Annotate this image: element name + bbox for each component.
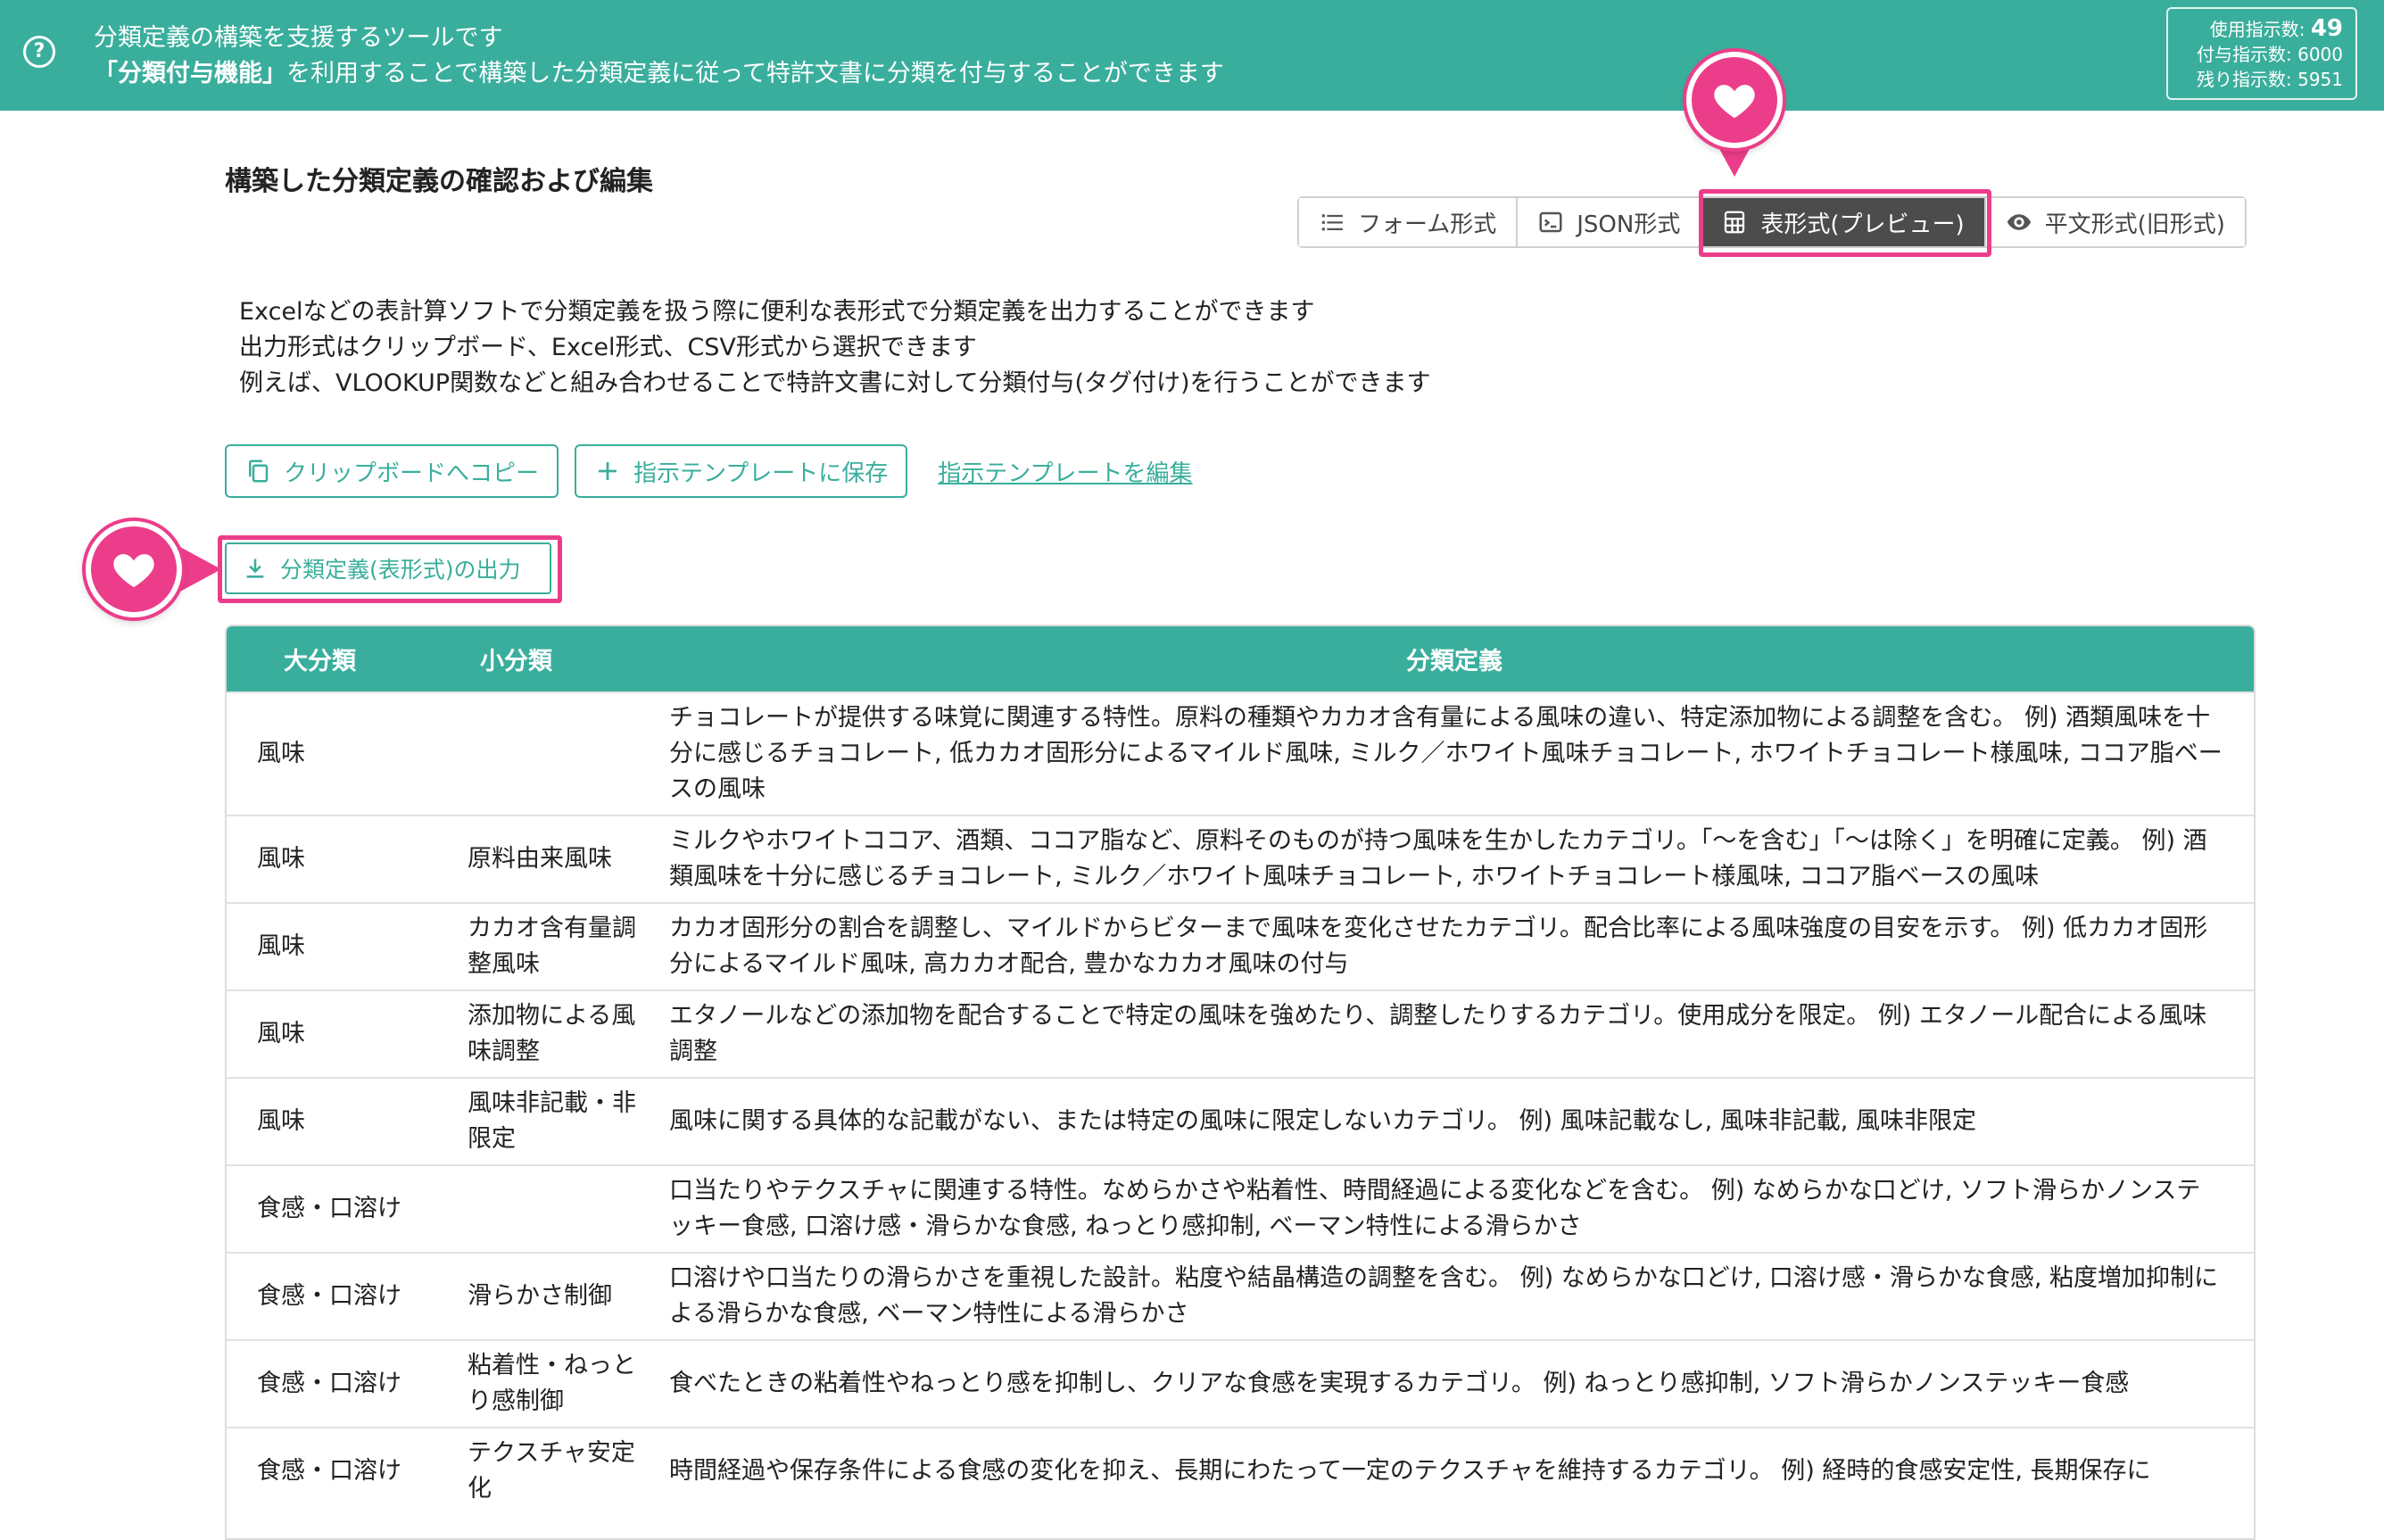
cell-definition: 口溶けや口当たりの滑らかさを重視した設計。粘度や結晶構造の調整を含む。 例) な… bbox=[655, 1252, 2254, 1340]
table-row: 風味 原料由来風味 ミルクやホワイトココア、酒類、ココア脂など、原料そのものが持つ風… bbox=[227, 815, 2254, 903]
cell-minor: 粘着性・ねっとり感制御 bbox=[441, 1339, 655, 1428]
cell-definition: カカオ固形分の割合を調整し、マイルドからビターまで風味を変化させたカテゴリ。配合… bbox=[655, 902, 2254, 990]
heart-marker-icon bbox=[1686, 52, 1783, 148]
mode-form-label: フォーム形式 bbox=[1358, 211, 1497, 238]
cell-major: 食感・口溶け bbox=[227, 1252, 441, 1340]
granted-count: 付与指示数: 6000 bbox=[2197, 44, 2343, 65]
cell-major: 食感・口溶け bbox=[227, 1339, 441, 1428]
header-minor: 小分類 bbox=[441, 626, 655, 692]
edit-template-link[interactable]: 指示テンプレートを編集 bbox=[938, 455, 1192, 488]
cell-minor: 滑らかさ制御 bbox=[441, 1252, 655, 1340]
cell-major: 風味 bbox=[227, 989, 441, 1078]
table-row: 食感・口溶け 滑らかさ制御 口溶けや口当たりの滑らかさを重視した設計。粘度や結晶構造… bbox=[227, 1252, 2254, 1340]
used-count: 49 bbox=[2310, 15, 2343, 42]
save-template-button[interactable]: 指示テンプレートに保存 bbox=[575, 444, 908, 498]
copy-icon bbox=[249, 460, 269, 483]
heart-icon bbox=[113, 554, 154, 588]
cell-minor: 原料由来風味 bbox=[441, 815, 655, 903]
heart-marker-icon bbox=[86, 521, 182, 617]
cell-minor: テクスチャ安定化 bbox=[441, 1427, 655, 1514]
cell-major: 風味 bbox=[227, 815, 441, 903]
mode-plaintext-label: 平文形式(旧形式) bbox=[2044, 211, 2225, 238]
section-title: 構築した分類定義の確認および編集 bbox=[225, 166, 653, 197]
cell-definition: 口当たりやテクスチャに関連する特性。なめらかさや粘着性、時間経過による変化などを… bbox=[655, 1164, 2254, 1253]
help-icon[interactable]: ? bbox=[23, 36, 55, 68]
description-line-1: Excelなどの表計算ソフトで分類定義を扱う際に便利な表形式で分類定義を出力する… bbox=[239, 298, 1315, 326]
cell-definition: 風味に関する具体的な記載がない、または特定の風味に限定しないカテゴリ。 例) 風… bbox=[655, 1077, 2254, 1165]
cell-major: 風味 bbox=[227, 1077, 441, 1165]
highlight-frame-export bbox=[218, 535, 562, 603]
marker-pointer-left bbox=[178, 546, 221, 592]
plus-icon bbox=[599, 462, 617, 480]
cell-definition: ミルクやホワイトココア、酒類、ココア脂など、原料そのものが持つ風味を生かしたカテ… bbox=[655, 815, 2254, 903]
description-line-3: 例えば、VLOOKUP関数などと組み合わせることで特許文書に対して分類付与(タグ… bbox=[239, 369, 1431, 397]
info-banner: ? 分類定義の構築を支援するツールです 「分類付与機能」を利用することで構築した… bbox=[0, 0, 2384, 111]
heart-icon bbox=[1714, 85, 1755, 119]
cell-major: 風味 bbox=[227, 902, 441, 990]
banner-line-1: 分類定義の構築を支援するツールです bbox=[94, 24, 503, 52]
cell-minor: 風味非記載・非限定 bbox=[441, 1077, 655, 1165]
action-row: クリップボードへコピー 指示テンプレートに保存 指示テンプレートを編集 bbox=[225, 444, 1192, 498]
cell-definition: チョコレートが提供する味覚に関連する特性。原料の種類やカカオ含有量による風味の違… bbox=[655, 691, 2254, 816]
save-template-label: 指示テンプレートに保存 bbox=[633, 460, 889, 487]
banner-line-2: 「分類付与機能」を利用することで構築した分類定義に従って特許文書に分類を付与する… bbox=[94, 54, 1224, 88]
cell-major: 食感・口溶け bbox=[227, 1427, 441, 1514]
mode-json-button[interactable]: JSON形式 bbox=[1518, 198, 1702, 246]
header-definition: 分類定義 bbox=[655, 626, 2254, 692]
eye-icon bbox=[2007, 214, 2031, 230]
cell-definition: エタノールなどの添加物を配合することで特定の風味を強めたり、調整したりするカテゴ… bbox=[655, 989, 2254, 1078]
remaining-count: 残り指示数: 5951 bbox=[2197, 69, 2343, 90]
description-line-2: 出力形式はクリップボード、Excel形式、CSV形式から選択できます bbox=[239, 334, 977, 361]
description: Excelなどの表計算ソフトで分類定義を扱う際に便利な表形式で分類定義を出力する… bbox=[239, 294, 1431, 402]
table-row: 風味 風味非記載・非限定 風味に関する具体的な記載がない、または特定の風味に限定しな… bbox=[227, 1077, 2254, 1165]
banner-line-2-text: を利用することで構築した分類定義に従って特許文書に分類を付与することができます bbox=[286, 60, 1224, 87]
mode-plaintext-button[interactable]: 平文形式(旧形式) bbox=[1985, 198, 2245, 246]
terminal-icon bbox=[1539, 211, 1562, 233]
cell-minor: 添加物による風味調整 bbox=[441, 989, 655, 1078]
cell-major: 食感・口溶け bbox=[227, 1164, 441, 1253]
list-icon bbox=[1321, 214, 1343, 231]
cell-minor: カカオ含有量調整風味 bbox=[441, 902, 655, 990]
banner-feature-name: 「分類付与機能」 bbox=[94, 60, 286, 87]
copy-clipboard-button[interactable]: クリップボードへコピー bbox=[225, 444, 559, 498]
usage-counter: 使用指示数: 49 付与指示数: 6000 残り指示数: 5951 bbox=[2166, 7, 2357, 100]
mode-form-button[interactable]: フォーム形式 bbox=[1299, 198, 1519, 246]
copy-clipboard-label: クリップボードへコピー bbox=[284, 460, 540, 487]
table-row: 風味 添加物による風味調整 エタノールなどの添加物を配合することで特定の風味を強めた… bbox=[227, 989, 2254, 1078]
used-label: 使用指示数: bbox=[2209, 19, 2305, 40]
table-row: 食感・口溶け 口当たりやテクスチャに関連する特性。なめらかさや粘着性、時間経過によ… bbox=[227, 1164, 2254, 1253]
cell-minor bbox=[441, 691, 655, 816]
table-row: 風味 チョコレートが提供する味覚に関連する特性。原料の種類やカカオ含有量による風味… bbox=[227, 691, 2254, 816]
cell-minor bbox=[441, 1164, 655, 1253]
classification-table: 大分類 小分類 分類定義 風味 チョコレートが提供する味覚に関連する特性。原料の種… bbox=[225, 625, 2256, 1540]
table-row: 風味 カカオ含有量調整風味 カカオ固形分の割合を調整し、マイルドからビターまで風味を… bbox=[227, 902, 2254, 990]
table-header-row: 大分類 小分類 分類定義 bbox=[227, 626, 2254, 692]
table-row: 食感・口溶け テクスチャ安定化 時間経過や保存条件による食感の変化を抑え、長期にわた… bbox=[227, 1427, 2254, 1514]
table-row: 食感・口溶け 粘着性・ねっとり感制御 食べたときの粘着性やねっとり感を抑制し、クリア… bbox=[227, 1339, 2254, 1428]
header-major: 大分類 bbox=[227, 626, 441, 692]
mode-json-label: JSON形式 bbox=[1577, 211, 1681, 238]
cell-definition: 食べたときの粘着性やねっとり感を抑制し、クリアな食感を実現するカテゴリ。 例) … bbox=[655, 1339, 2254, 1428]
cell-definition: 時間経過や保存条件による食感の変化を抑え、長期にわたって一定のテクスチャを維持す… bbox=[655, 1427, 2254, 1514]
highlight-frame-mode bbox=[1699, 189, 1991, 257]
cell-major: 風味 bbox=[227, 691, 441, 816]
